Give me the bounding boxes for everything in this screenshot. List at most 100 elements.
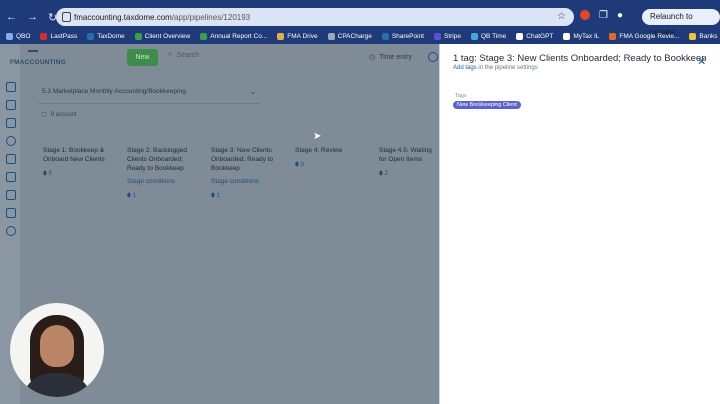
stage-title: Stage 4.5: Waiting for Open Items — [379, 147, 432, 163]
bookmark-label: ChatGPT — [526, 32, 554, 40]
stage-title: Stage 4: Review — [295, 147, 343, 154]
bookmark-item[interactable]: TaxDome — [87, 32, 125, 40]
templates-icon[interactable] — [6, 208, 16, 218]
chevron-down-icon: ⌄ — [250, 89, 256, 96]
search-icon: ⌕ — [168, 51, 172, 58]
logo-text: FMACCOUNTING — [10, 59, 66, 66]
stage-title: Stage 2: Backlogged Clients Onboarded; R… — [127, 147, 187, 172]
profile-icon[interactable]: ● — [617, 10, 623, 21]
bookmark-item[interactable]: SharePoint — [381, 32, 424, 40]
app-logo[interactable]: FMACCOUNTING — [8, 50, 66, 68]
bookmark-label: FMA Google Revie... — [619, 32, 680, 40]
stage-column-4[interactable]: Stage 4: Review ⬮ 0 — [295, 146, 361, 170]
clients-icon[interactable] — [6, 118, 16, 128]
extension-icon[interactable] — [580, 10, 590, 20]
bookmark-item[interactable]: QB Time — [470, 32, 507, 40]
bookmark-item[interactable]: MyTax IL — [563, 32, 600, 40]
panel-subtitle-text: in the pipeline settings — [478, 65, 538, 71]
bookmark-item[interactable]: FMA Drive — [277, 32, 318, 40]
bookmark-label: MyTax IL — [573, 32, 600, 40]
account-icon: ▢ — [41, 112, 47, 118]
bookmark-label: CPACharge — [337, 32, 372, 40]
bookmark-icon — [689, 32, 697, 40]
stage-count: ⬮ 1 — [127, 193, 136, 199]
presenter-face — [40, 325, 74, 367]
dashboard-icon[interactable] — [6, 82, 16, 92]
browser-nav: ← → ↻ — [6, 11, 57, 24]
bookmark-icon — [470, 32, 478, 40]
bookmark-icon — [134, 32, 142, 40]
bookmark-icon — [87, 32, 95, 40]
relaunch-button[interactable]: Relaunch to update — [642, 9, 720, 37]
bookmark-icon — [40, 32, 48, 40]
bookmark-item[interactable]: LastPass — [40, 32, 78, 40]
stage-count: ⬮ 5 — [43, 171, 52, 177]
bookmark-label: LastPass — [50, 32, 78, 40]
bookmark-label: Client Overview — [144, 32, 191, 40]
documents-icon[interactable] — [6, 154, 16, 164]
panel-title: 1 tag: Stage 3: New Clients Onboarded; R… — [453, 53, 707, 64]
bookmark-star-icon[interactable]: ☆ — [557, 11, 566, 22]
bookmark-label: Annual Report Co... — [210, 32, 268, 40]
stage-title: Stage 1: Bookkeep & Onboard New Clients — [43, 147, 105, 163]
pipeline-name: 5.3 Marketplace Monthly Accounting/Bookk… — [42, 88, 186, 95]
url-path: /app/pipelines/120193 — [171, 12, 251, 22]
billing-icon[interactable] — [6, 172, 16, 182]
bookmark-icon — [516, 32, 524, 40]
forward-icon[interactable]: → — [27, 11, 38, 24]
panel-subtitle: Add tags in the pipeline settings — [453, 65, 538, 71]
bookmark-item[interactable]: Annual Report Co... — [200, 32, 268, 40]
bookmark-icon — [609, 32, 617, 40]
tag-panel — [439, 44, 720, 404]
stage-count: ⬮ 0 — [295, 162, 304, 168]
stage-column-3[interactable]: Stage 3: New Clients Onboarded; Ready to… — [211, 146, 277, 201]
time-entry-button[interactable]: ◷ Time entry — [369, 53, 412, 62]
tag-badge[interactable]: New Bookkeeping Client — [453, 101, 521, 109]
inbox-icon[interactable] — [6, 100, 16, 110]
clock-icon: ◷ — [369, 54, 376, 61]
settings-icon[interactable] — [6, 226, 16, 236]
search-input[interactable]: ⌕ Search — [168, 51, 199, 59]
stage-count: ⬮ 2 — [379, 171, 388, 177]
bookmark-label: FMA Drive — [287, 32, 318, 40]
bookmark-item[interactable]: CPACharge — [327, 32, 372, 40]
bookmark-item[interactable]: ChatGPT — [516, 32, 554, 40]
add-tags-link[interactable]: Add tags — [453, 65, 477, 71]
bookmark-icon — [563, 32, 571, 40]
stage-column-5[interactable]: Stage 4.5: Waiting for Open Items ⬮ 2 — [379, 146, 439, 179]
bookmark-icon — [277, 32, 285, 40]
extensions: ❐ ● — [580, 10, 623, 21]
site-info-icon[interactable] — [62, 12, 71, 22]
bookmark-item[interactable]: Stripe — [434, 32, 461, 40]
stage-column-1[interactable]: Stage 1: Bookkeep & Onboard New Clients … — [43, 146, 109, 179]
bookmark-icon — [200, 32, 208, 40]
close-icon[interactable]: ✕ — [697, 55, 706, 68]
bookmark-label: QB Time — [480, 32, 507, 40]
bookmark-label: TaxDome — [97, 32, 125, 40]
time-icon[interactable] — [6, 136, 16, 146]
bookmark-item[interactable]: Banks — [689, 32, 717, 40]
bookmark-item[interactable]: FMA Google Revie... — [609, 32, 680, 40]
bookmarks-bar: QBO LastPass TaxDome Client Overview Annual … — [0, 28, 720, 44]
stage-title: Stage 3: New Clients Onboarded; Ready to… — [211, 147, 274, 172]
tags-label: Tags — [455, 93, 467, 99]
new-button[interactable]: New — [127, 49, 158, 66]
bookmark-label: Stripe — [444, 32, 461, 40]
bookmark-item[interactable]: QBO — [6, 32, 31, 40]
bookmark-label: QBO — [16, 32, 31, 40]
stage-column-2[interactable]: Stage 2: Backlogged Clients Onboarded; R… — [127, 146, 193, 201]
stage-conditions-link[interactable]: Stage conditions — [127, 177, 193, 186]
pipeline-select[interactable]: 5.3 Marketplace Monthly Accounting/Bookk… — [38, 88, 260, 104]
search-placeholder: Search — [176, 51, 200, 59]
bookmark-item[interactable]: Client Overview — [134, 32, 191, 40]
tab-search-icon[interactable]: ❐ — [599, 10, 608, 21]
help-icon[interactable] — [428, 52, 438, 62]
workflow-icon[interactable] — [6, 190, 16, 200]
stage-conditions-link[interactable]: Stage conditions — [211, 177, 277, 186]
mouse-cursor-icon: ➤ — [313, 131, 322, 142]
menu-icon[interactable]: ⋮ — [712, 10, 720, 21]
back-icon[interactable]: ← — [6, 11, 17, 24]
address-bar[interactable]: fmaccounting.taxdome.com/app/pipelines/1… — [56, 8, 574, 26]
url-text: fmaccounting.taxdome.com/app/pipelines/1… — [74, 13, 250, 22]
bookmark-label: SharePoint — [391, 32, 424, 40]
